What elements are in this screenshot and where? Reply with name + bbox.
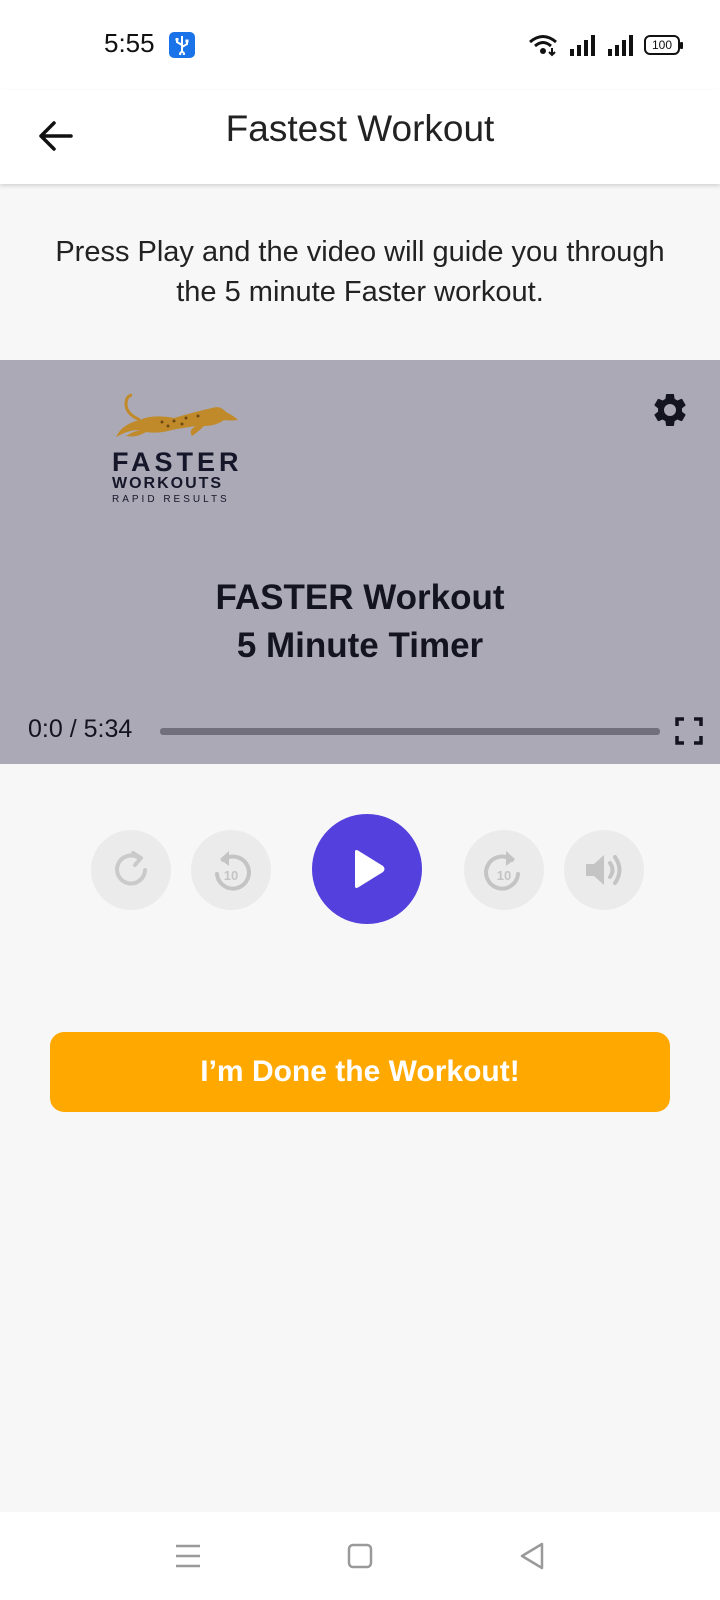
restart-icon [115,851,147,886]
rewind-10-icon: 10 [215,851,251,891]
rewind-10-button[interactable]: 10 [191,830,271,910]
play-button[interactable] [312,814,422,924]
signal-icon [570,35,595,56]
forward-10-icon: 10 [484,851,520,891]
system-nav-bar [0,1512,720,1600]
status-icons: 100 [528,32,683,58]
faster-workouts-logo: FASTER WORKOUTS RAPID RESULTS [112,390,242,505]
playback-controls: 10 10 [0,814,720,926]
video-player[interactable]: FASTER WORKOUTS RAPID RESULTS FASTER Wor… [0,360,720,764]
nav-menu-button[interactable] [170,1538,206,1574]
logo-line2: WORKOUTS [112,475,224,492]
gear-icon [654,393,686,426]
logo-line3: RAPID RESULTS [112,494,230,505]
video-title-line2: 5 Minute Timer [236,626,484,665]
video-title-line1: FASTER Workout [215,578,505,617]
restart-button[interactable] [91,830,171,910]
settings-button[interactable] [650,390,690,430]
home-icon [347,1543,373,1569]
status-bar: 5:55 100 [0,0,720,90]
usb-icon [169,32,195,58]
forward-10-button[interactable]: 10 [464,830,544,910]
menu-icon [176,1544,200,1568]
cheetah-icon [116,393,238,437]
video-title: FASTER Workout 5 Minute Timer [0,574,720,670]
page-title: Fastest Workout [225,108,495,149]
status-time: 5:55 [104,28,155,58]
forward-seconds: 10 [497,868,511,883]
fullscreen-icon [675,717,703,745]
signal-icon [608,35,633,56]
done-workout-button[interactable]: I’m Done the Workout! [50,1032,670,1112]
rewind-seconds: 10 [224,868,238,883]
nav-back-button[interactable] [514,1538,550,1574]
fullscreen-button[interactable] [674,716,704,746]
logo-line1: FASTER [112,447,243,477]
app-bar: Fastest Workout [0,90,720,184]
battery-icon: 100 [644,35,683,55]
back-icon [520,1542,544,1570]
play-icon [355,850,385,888]
volume-button[interactable] [564,830,644,910]
intro-text: Press Play and the video will guide you … [55,236,665,308]
nav-home-button[interactable] [342,1538,378,1574]
wifi-icon [529,35,557,57]
video-progress-bar[interactable] [160,728,660,735]
volume-icon [586,855,622,885]
time-readout: 0:0 / 5:34 [28,715,133,743]
